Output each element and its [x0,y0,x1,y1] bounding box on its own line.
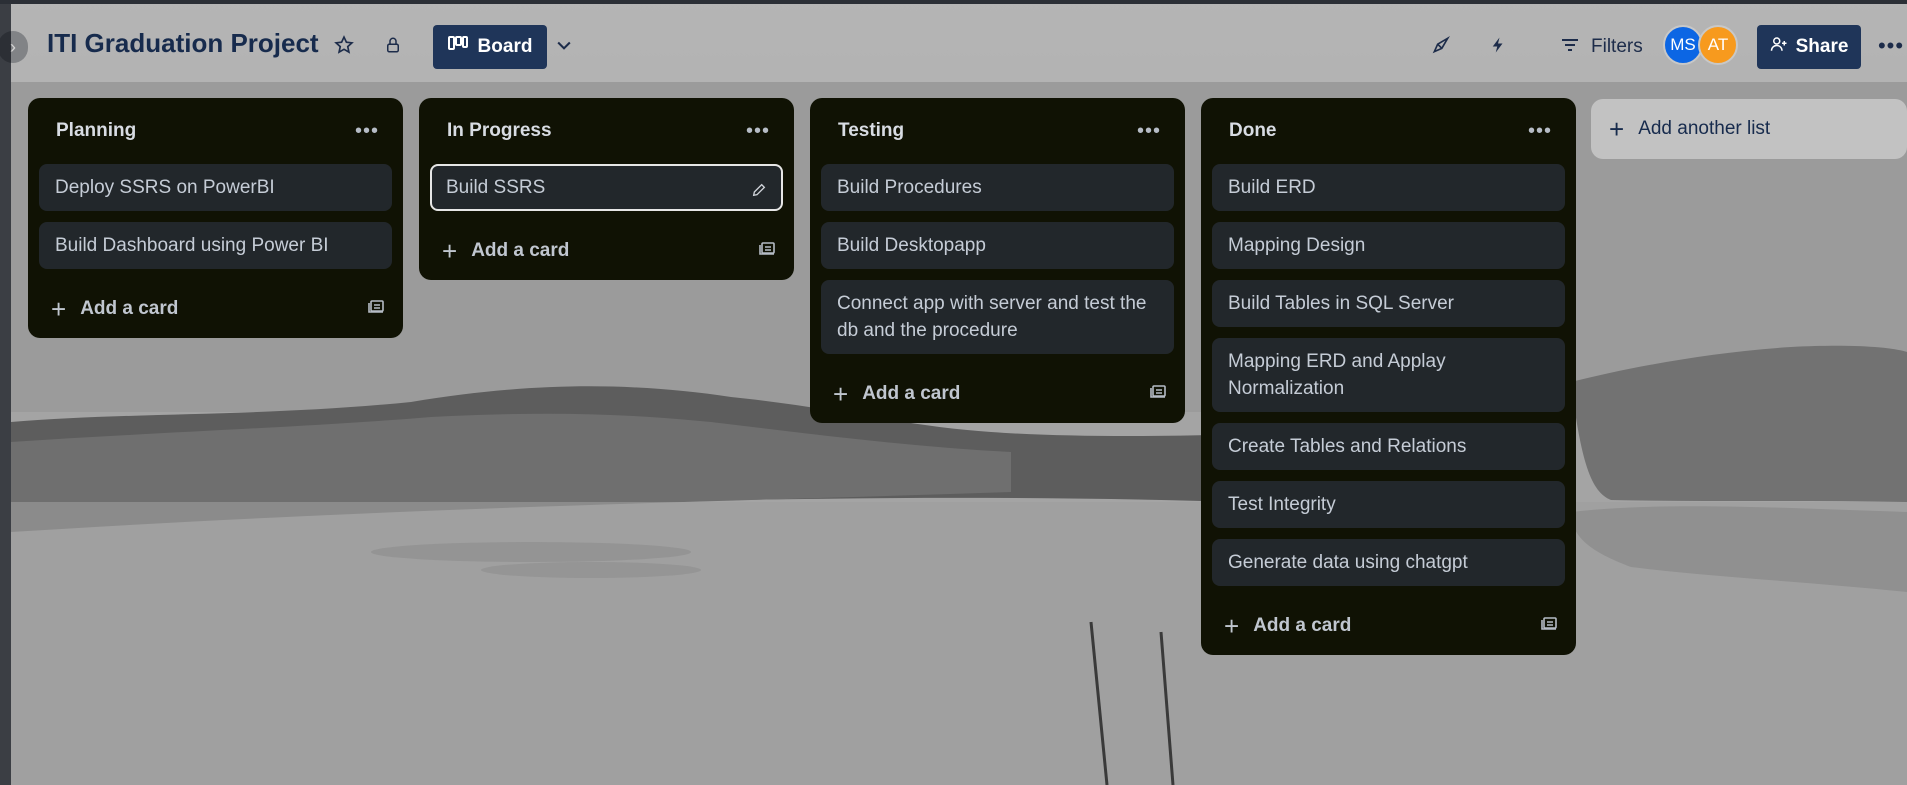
list-title[interactable]: Planning [56,120,136,142]
add-list-label: Add another list [1638,118,1771,139]
card[interactable]: Build Tables in SQL Server [1212,280,1565,327]
list-in-progress: In Progress ••• Build SSRS + Add a card [419,98,794,280]
add-card-button[interactable]: + Add a card [39,280,392,338]
filters-label: Filters [1591,36,1643,57]
card[interactable]: Mapping ERD and Applay Normalization [1212,338,1565,412]
card[interactable]: Deploy SSRS on PowerBI [39,164,392,211]
filter-icon [1561,36,1579,58]
board-header: ITI Graduation Project Board Filters MS … [11,4,1907,82]
plus-icon: + [51,294,67,324]
add-card-button[interactable]: + Add a card [430,222,783,280]
card[interactable]: Generate data using chatgpt [1212,539,1565,586]
list-menu-icon[interactable]: ••• [746,120,778,143]
list-menu-icon[interactable]: ••• [355,120,387,143]
add-card-label: Add a card [80,298,179,319]
add-card-button[interactable]: + Add a card [821,365,1174,423]
avatar-member-at[interactable]: AT [1698,25,1738,65]
card[interactable]: Create Tables and Relations [1212,423,1565,470]
card-template-icon[interactable] [759,240,777,262]
card-template-icon[interactable] [368,298,386,320]
plus-icon: + [1609,114,1625,144]
pencil-icon[interactable] [751,179,767,206]
list-done: Done ••• Build ERD Mapping Design Build … [1201,98,1576,655]
list-testing: Testing ••• Build Procedures Build Deskt… [810,98,1185,423]
board-icon [447,36,468,58]
plus-icon: + [1224,611,1240,641]
lightning-icon[interactable] [1481,28,1515,62]
plus-icon: + [833,379,849,409]
more-icon[interactable]: ••• [1873,28,1907,64]
share-label: Share [1795,36,1849,57]
card[interactable]: Build Procedures [821,164,1174,211]
card-template-icon[interactable] [1541,615,1559,637]
chevron-down-icon[interactable] [547,28,581,62]
lock-icon[interactable] [376,28,410,62]
card[interactable]: Test Integrity [1212,481,1565,528]
list-header: Done ••• [1212,98,1565,164]
card[interactable]: Build Dashboard using Power BI [39,222,392,269]
star-icon[interactable] [327,28,361,62]
card[interactable]: Build Desktopapp [821,222,1174,269]
share-button[interactable]: Share [1757,25,1861,69]
add-card-label: Add a card [862,383,961,404]
add-card-label: Add a card [1253,615,1352,636]
board-view-button[interactable]: Board [433,25,547,69]
add-card-label: Add a card [471,240,570,261]
card[interactable]: Build ERD [1212,164,1565,211]
sidebar-rail: › [0,4,28,785]
list-title[interactable]: Testing [838,120,904,142]
list-header: In Progress ••• [430,98,783,164]
list-menu-icon[interactable]: ••• [1137,120,1169,143]
share-person-icon [1770,35,1788,59]
add-card-button[interactable]: + Add a card [1212,597,1565,655]
board-title[interactable]: ITI Graduation Project [47,28,319,59]
card-active[interactable]: Build SSRS [430,164,783,211]
plus-icon: + [442,236,458,266]
card-title: Build SSRS [446,177,546,198]
list-planning: Planning ••• Deploy SSRS on PowerBI Buil… [28,98,403,338]
list-title[interactable]: Done [1229,120,1277,142]
list-header: Planning ••• [39,98,392,164]
card[interactable]: Mapping Design [1212,222,1565,269]
filters-button[interactable]: Filters [1561,29,1643,65]
card[interactable]: Connect app with server and test the db … [821,280,1174,354]
list-menu-icon[interactable]: ••• [1528,120,1560,143]
card-template-icon[interactable] [1150,383,1168,405]
avatar-member-ms[interactable]: MS [1663,25,1703,65]
list-title[interactable]: In Progress [447,120,552,142]
list-header: Testing ••• [821,98,1174,164]
board-view-label: Board [477,36,533,57]
rocket-icon[interactable] [1424,28,1458,62]
add-another-list-button[interactable]: + Add another list [1591,99,1907,159]
